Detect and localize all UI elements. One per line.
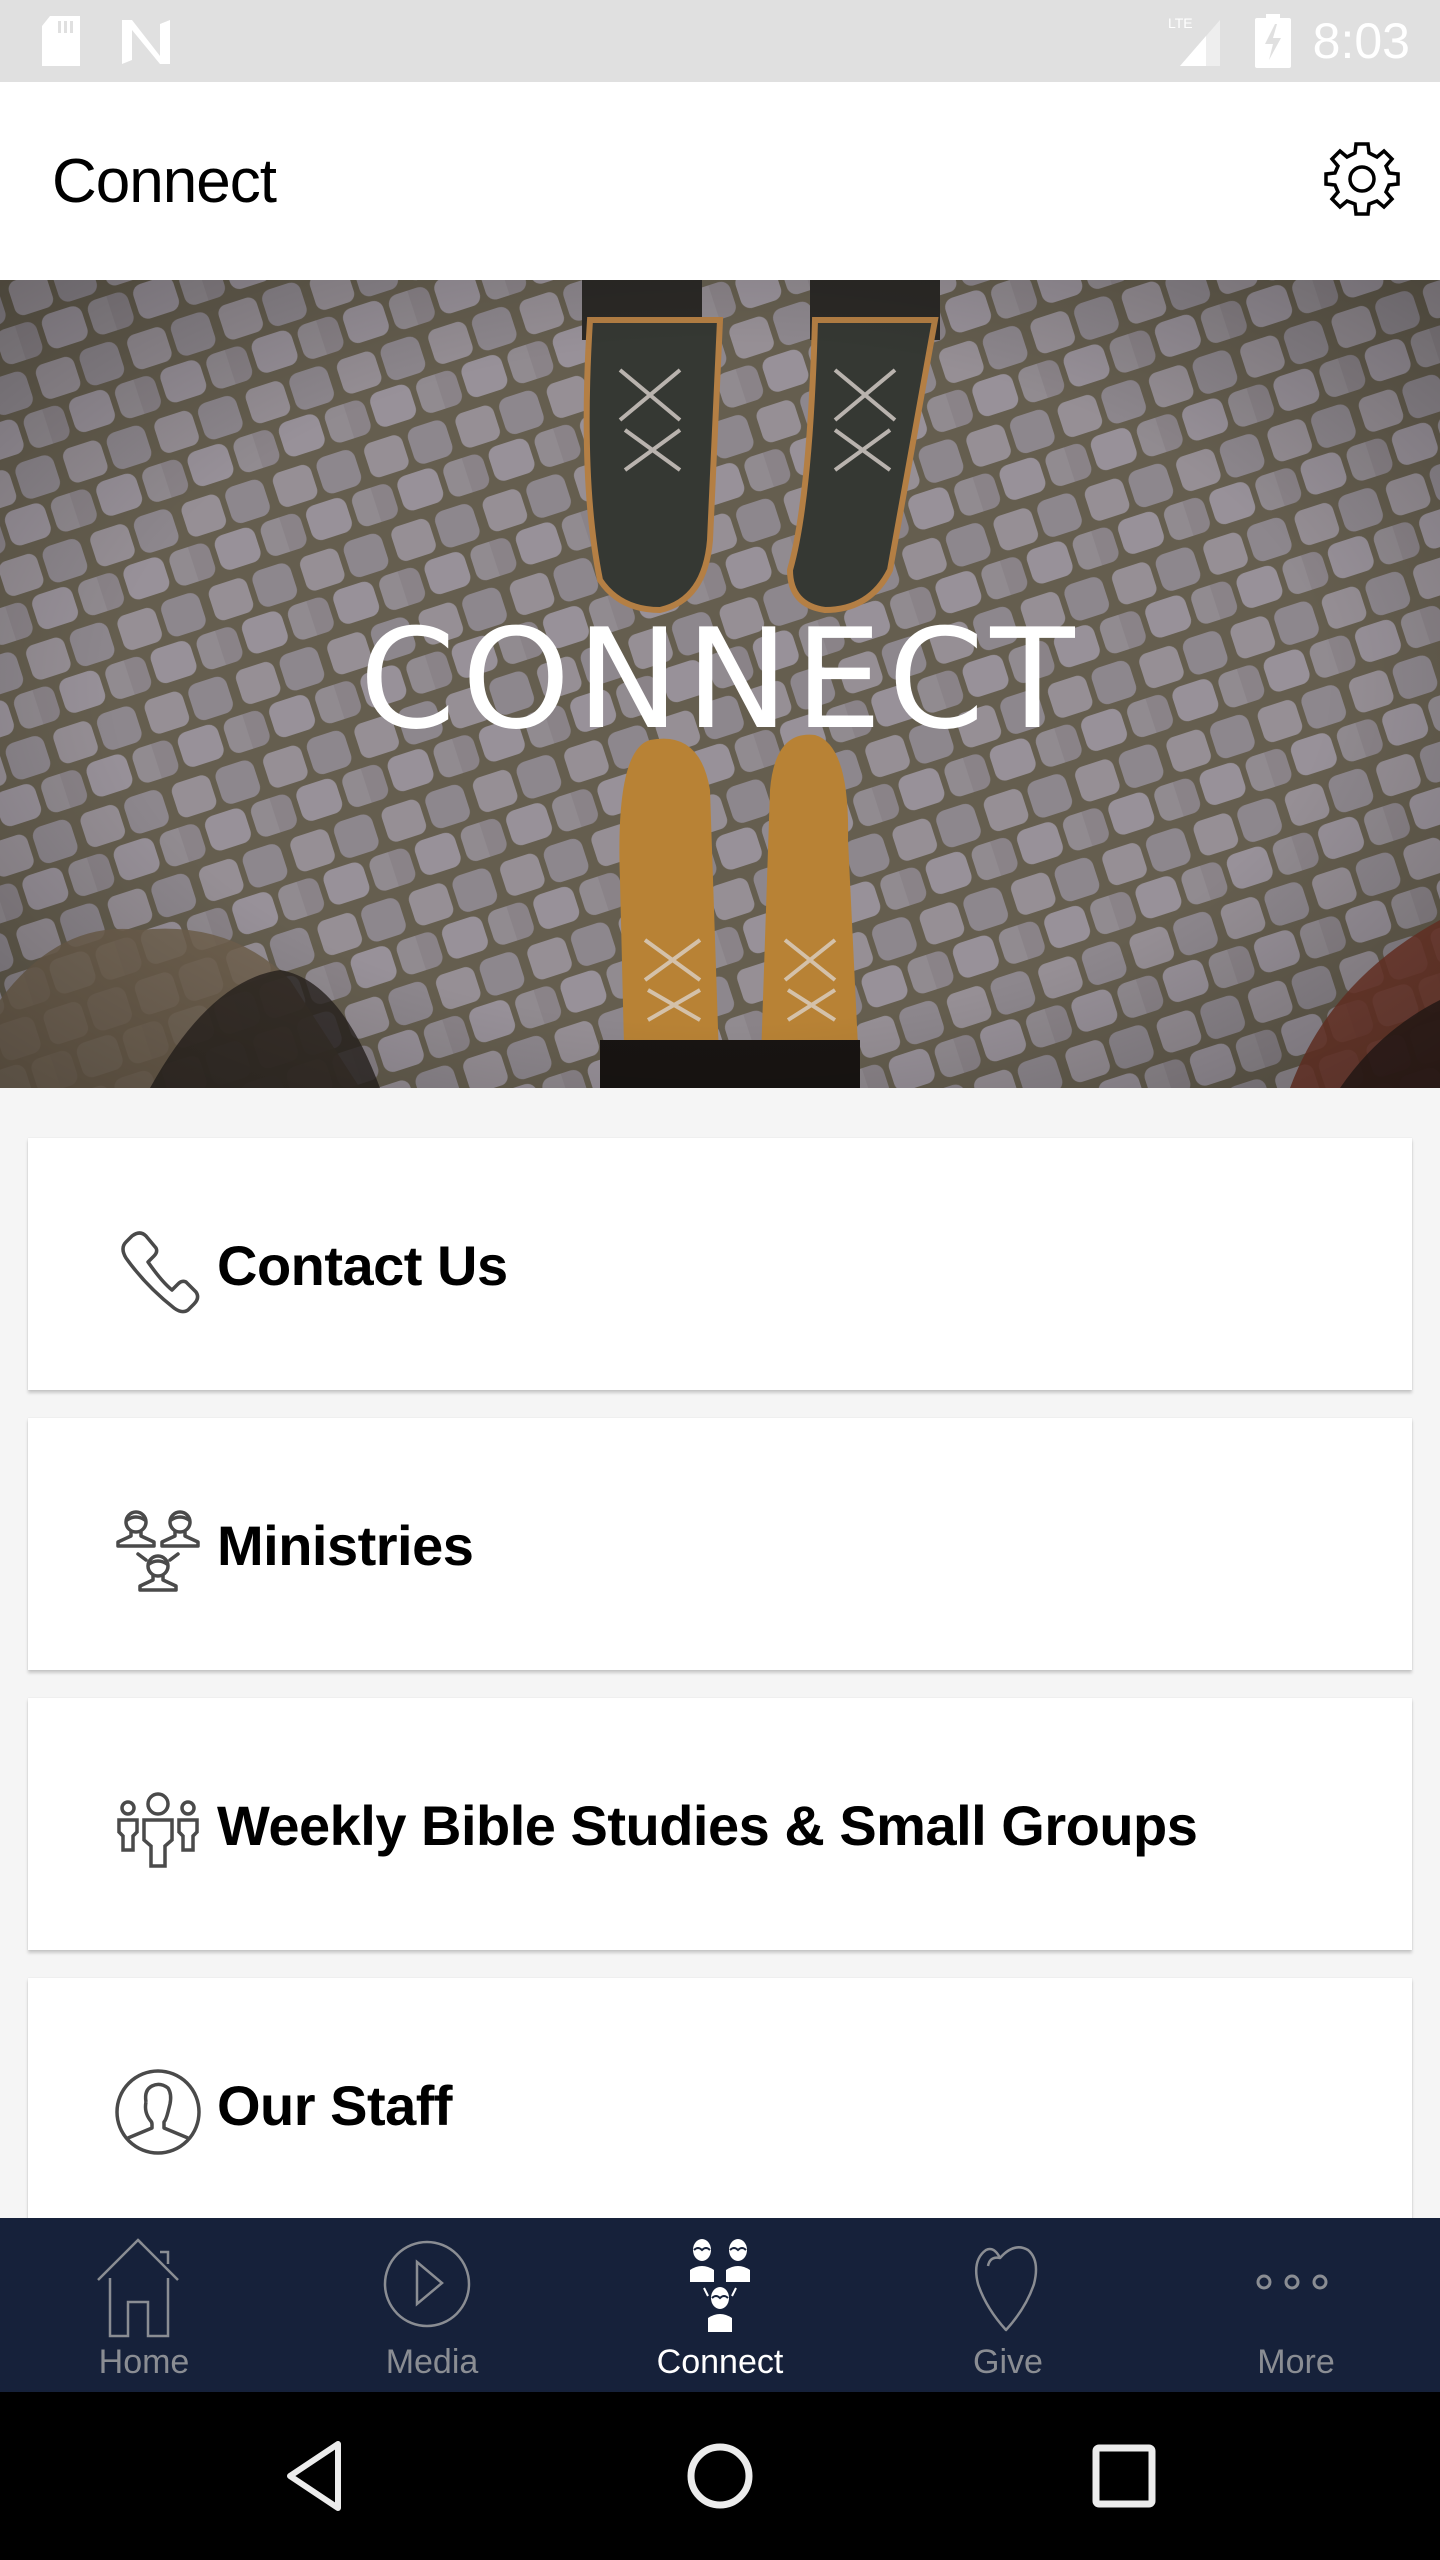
battery-charging-icon	[1255, 14, 1291, 68]
tab-give-label: Give	[973, 2343, 1043, 2381]
tab-more-label: More	[1257, 2343, 1335, 2381]
bible-studies-card[interactable]: Weekly Bible Studies & Small Groups	[28, 1698, 1412, 1950]
person-circle-icon	[115, 2069, 201, 2155]
tab-media[interactable]: Media	[288, 2218, 576, 2392]
play-circle-icon	[383, 2240, 471, 2328]
recents-icon[interactable]	[1084, 2436, 1164, 2516]
tab-give[interactable]: Give	[864, 2218, 1152, 2392]
connect-screen: LTE 8:03 Connect CONNECT Contact Us Mini…	[0, 0, 1440, 2560]
sd-card-icon	[42, 16, 80, 66]
contact-us-card[interactable]: Contact Us	[28, 1138, 1412, 1390]
people-network-icon	[116, 1510, 200, 1592]
tab-connect[interactable]: Connect	[576, 2218, 864, 2392]
status-time: 8:03	[1312, 13, 1410, 69]
contact-us-label: Contact Us	[217, 1234, 508, 1297]
back-icon[interactable]	[276, 2436, 356, 2516]
tab-home[interactable]: Home	[0, 2218, 288, 2392]
heart-icon	[975, 2246, 1038, 2332]
status-bar: LTE 8:03	[0, 0, 1440, 82]
people-network-icon	[690, 2239, 750, 2332]
n-notification-icon	[122, 20, 170, 64]
our-staff-card[interactable]: Our Staff	[28, 1978, 1412, 2230]
group-icon	[117, 1792, 199, 1868]
tab-home-label: Home	[98, 2343, 190, 2381]
page-title: Connect	[52, 147, 277, 216]
bottom-tab-bar: Home Media Connect Give More	[0, 2218, 1440, 2392]
ministries-card[interactable]: Ministries	[28, 1418, 1412, 1670]
settings-button[interactable]	[1322, 138, 1402, 218]
lte-signal-icon: LTE	[1168, 15, 1220, 66]
svg-text:LTE: LTE	[1168, 15, 1193, 31]
our-staff-label: Our Staff	[217, 2074, 453, 2137]
hero-title: CONNECT	[359, 599, 1081, 760]
home-icon	[97, 2238, 179, 2338]
phone-icon	[121, 1231, 200, 1314]
gear-icon	[1324, 142, 1400, 216]
system-nav-bar	[0, 2392, 1440, 2560]
home-nav-icon[interactable]	[680, 2436, 760, 2516]
tab-media-label: Media	[385, 2343, 479, 2381]
tab-connect-label: Connect	[656, 2343, 784, 2381]
bible-studies-label: Weekly Bible Studies & Small Groups	[217, 1794, 1198, 1857]
ministries-label: Ministries	[217, 1514, 474, 1577]
app-bar: Connect	[0, 82, 1440, 280]
hero-banner[interactable]: CONNECT	[0, 280, 1440, 1088]
tab-more[interactable]: More	[1152, 2218, 1440, 2392]
more-dots-icon	[1256, 2274, 1328, 2290]
